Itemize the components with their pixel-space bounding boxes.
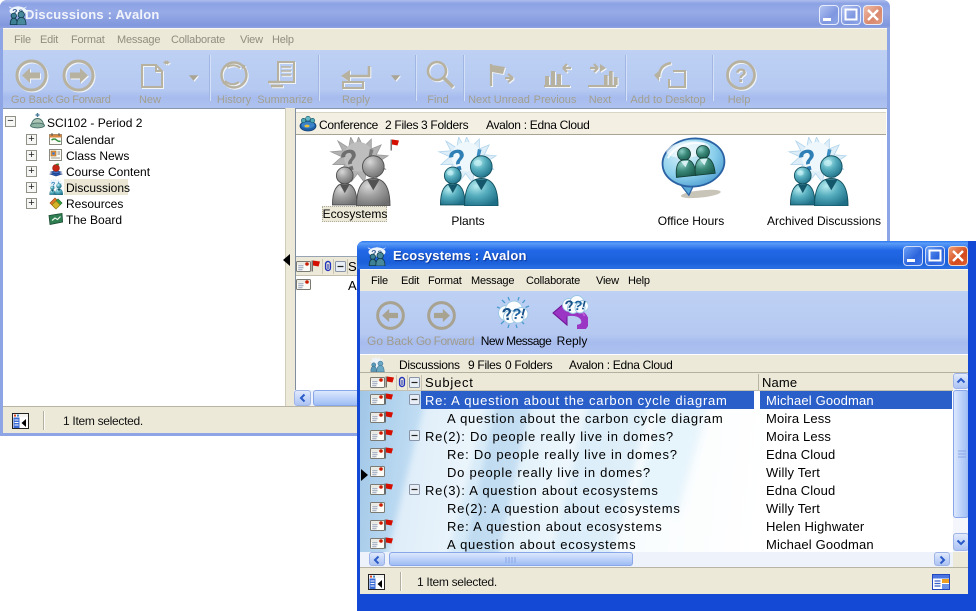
- svg-text:?: ?: [735, 66, 747, 87]
